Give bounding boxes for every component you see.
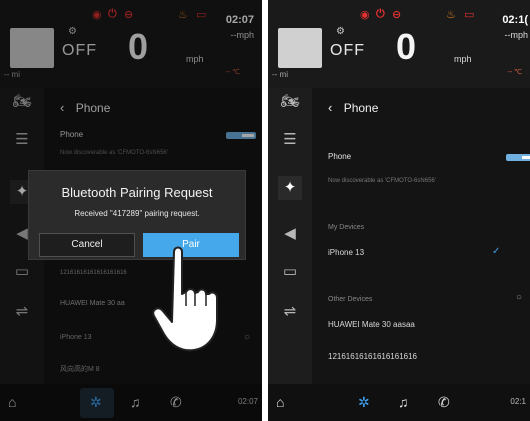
sliders-icon[interactable]: ⇌ xyxy=(278,300,302,324)
dialog-message: Received "417289" pairing request. xyxy=(74,209,200,218)
list-item[interactable]: iPhone 13 xyxy=(328,248,364,257)
phone-toggle[interactable] xyxy=(506,154,530,161)
oil-warning-icon: ⊖ xyxy=(392,9,402,21)
warning-lamp-icon: ◉ xyxy=(360,9,370,21)
speed-unit: mph xyxy=(454,54,472,64)
engine-warning-icon: ♨ xyxy=(446,9,456,21)
gear-readout: OFF xyxy=(330,42,365,59)
bottom-bar: ⌂ ✲ ♫ ✆ 02:1 xyxy=(268,384,530,421)
volume-icon[interactable]: ◀ xyxy=(278,222,302,246)
dashboard-cluster: ◉ ⏻ ⊖ ♨ ▭ 02:1( --mph ⚙ OFF 0 mph -- mi … xyxy=(268,0,530,88)
left-screen: ◉ ⏻ ⊖ ♨ ▭ 02:07 --mph ⚙ OFF 0 mph -- mi … xyxy=(0,0,262,421)
bottom-clock: 02:1 xyxy=(510,397,526,406)
home-icon[interactable]: ⌂ xyxy=(276,394,284,410)
speed-readout: 0 xyxy=(396,26,417,67)
settings-panel-icon[interactable]: ☰ xyxy=(278,128,302,152)
settings-gear-icon[interactable]: ✲ xyxy=(358,394,370,411)
refresh-icon[interactable]: ○ xyxy=(516,292,522,303)
power-warning-icon: ⏻ xyxy=(376,8,385,20)
mph-readout: --mph xyxy=(504,30,528,40)
right-screen: ◉ ⏻ ⊖ ♨ ▭ 02:1( --mph ⚙ OFF 0 mph -- mi … xyxy=(268,0,530,421)
page-title[interactable]: ‹ Phone xyxy=(328,100,378,115)
discoverable-text: Now discoverable as 'CFMOTO-6sN656' xyxy=(328,178,436,184)
cancel-button[interactable]: Cancel xyxy=(39,233,135,257)
temperature-readout: -- ℃ xyxy=(507,69,522,76)
dialog-title: Bluetooth Pairing Request xyxy=(61,185,213,200)
motorcycle-icon[interactable]: 🏍 xyxy=(278,90,302,114)
sidebar: 🏍 ☰ ✦ ◀ ▭ ⇌ xyxy=(268,88,312,384)
phone-call-icon[interactable]: ✆ xyxy=(438,394,450,411)
pointing-hand-icon xyxy=(152,246,218,352)
phone-settings-content: ‹ Phone Phone Now discoverable as 'CFMOT… xyxy=(312,88,530,384)
music-icon[interactable]: ♫ xyxy=(398,394,409,410)
bluetooth-icon[interactable]: ✦ xyxy=(278,176,302,200)
clock-readout: 02:1( xyxy=(502,14,528,26)
battery-warning-icon: ▭ xyxy=(464,9,475,21)
phone-toggle-label: Phone xyxy=(328,152,352,161)
list-item[interactable]: 12161616161616161616 xyxy=(328,352,417,361)
odometer-readout: -- mi xyxy=(272,70,288,79)
back-chevron-icon[interactable]: ‹ xyxy=(328,100,332,115)
vehicle-display-box xyxy=(278,28,322,68)
engine-icon: ⚙ xyxy=(336,26,345,37)
display-icon[interactable]: ▭ xyxy=(278,260,302,284)
list-item[interactable]: HUAWEI Mate 30 aasaa xyxy=(328,320,415,329)
connected-check-icon: ✓ xyxy=(492,246,501,257)
other-devices-header: Other Devices xyxy=(328,296,373,303)
my-devices-header: My Devices xyxy=(328,224,365,231)
